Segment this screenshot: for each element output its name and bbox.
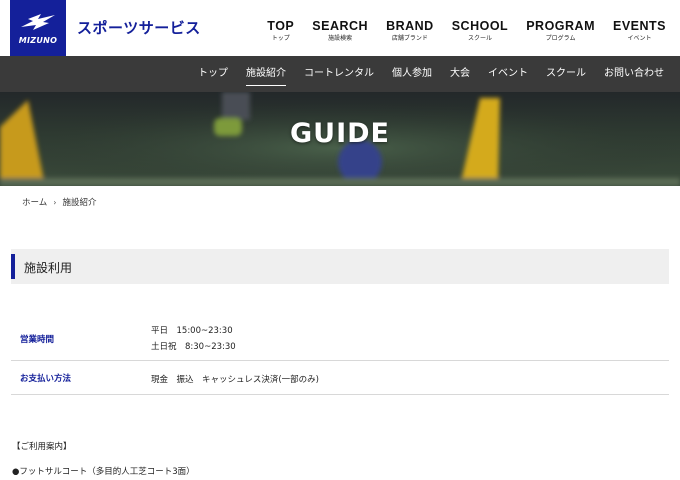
hero-banner: GUIDE [0,92,680,186]
section-accent-bar [11,254,15,279]
mizuno-logo[interactable]: MIZUNO [10,0,66,56]
payment-values: 現金 振込 キャッシュレス決済(一部のみ) [151,372,319,388]
top-nav-sublabel: 店舗ブランド [391,35,428,42]
top-nav-events[interactable]: EVENTS イベント [612,19,666,43]
top-nav-label: EVENTS [612,19,666,33]
section-title: 施設利用 [24,261,73,275]
payment-label: お支払い方法 [20,374,72,384]
site-title[interactable]: スポーツサービス [77,17,201,38]
breadcrumb-separator-icon: › [53,197,57,207]
top-nav-program[interactable]: PROGRAM プログラム [526,19,595,43]
top-nav-sublabel: プログラム [545,35,576,42]
breadcrumb-home[interactable]: ホーム [22,196,47,208]
top-nav-label: BRAND [386,19,434,33]
top-nav-label: SCHOOL [451,19,509,33]
logo-text: MIZUNO [18,36,58,45]
hours-label: 営業時間 [20,335,55,345]
hero-title: GUIDE [290,118,390,149]
facility-nav-tournament[interactable]: 大会 [450,56,470,92]
facility-nav-guide[interactable]: 施設紹介 [246,56,286,92]
facility-nav-court-rental[interactable]: コートレンタル [304,56,374,92]
breadcrumb: ホーム › 施設紹介 [22,196,97,209]
payment-methods: 現金 振込 キャッシュレス決済(一部のみ) [151,375,319,385]
top-nav-sublabel: イベント [627,35,652,42]
table-row: 営業時間 平日 15:00~23:30 土日祝 8:30~23:30 [11,312,669,361]
facility-nav-top[interactable]: トップ [198,56,228,92]
runbird-icon [21,14,55,30]
top-nav-label: TOP [267,19,295,33]
hours-weekend: 土日祝 8:30~23:30 [151,342,236,352]
facility-nav-contact[interactable]: お問い合わせ [604,56,664,92]
section-header: 施設利用 [11,249,669,284]
facility-nav-school[interactable]: スクール [546,56,586,92]
site-header: MIZUNO スポーツサービス TOP トップ SEARCH 施設検索 BRAN… [0,0,680,56]
breadcrumb-current: 施設紹介 [62,198,97,208]
facility-info-table: 営業時間 平日 15:00~23:30 土日祝 8:30~23:30 お支払い方… [11,312,669,395]
top-nav-search[interactable]: SEARCH 施設検索 [312,19,369,43]
facility-nav: トップ 施設紹介 コートレンタル 個人参加 大会 イベント スクール お問い合わ… [0,56,680,92]
top-nav-school[interactable]: SCHOOL スクール [451,19,509,43]
top-nav-sublabel: トップ [271,35,290,42]
top-nav-label: PROGRAM [526,19,595,33]
top-nav-brand[interactable]: BRAND 店舗ブランド [386,19,434,43]
hours-values: 平日 15:00~23:30 土日祝 8:30~23:30 [151,323,236,355]
top-nav-sublabel: スクール [467,35,492,42]
facility-nav-individual[interactable]: 個人参加 [392,56,432,92]
hours-weekday: 平日 15:00~23:30 [151,326,233,336]
usage-guide-heading: 【ご利用案内】 [12,442,72,452]
facility-nav-events[interactable]: イベント [488,56,528,92]
top-nav: TOP トップ SEARCH 施設検索 BRAND 店舗ブランド SCHOOL … [249,19,666,43]
table-row: お支払い方法 現金 振込 キャッシュレス決済(一部のみ) [11,361,669,395]
top-nav-top[interactable]: TOP トップ [267,19,295,43]
top-nav-label: SEARCH [312,19,369,33]
usage-guide-item: ●フットサルコート（多目的人工芝コート3面） [12,467,195,477]
top-nav-sublabel: 施設検索 [328,35,353,42]
